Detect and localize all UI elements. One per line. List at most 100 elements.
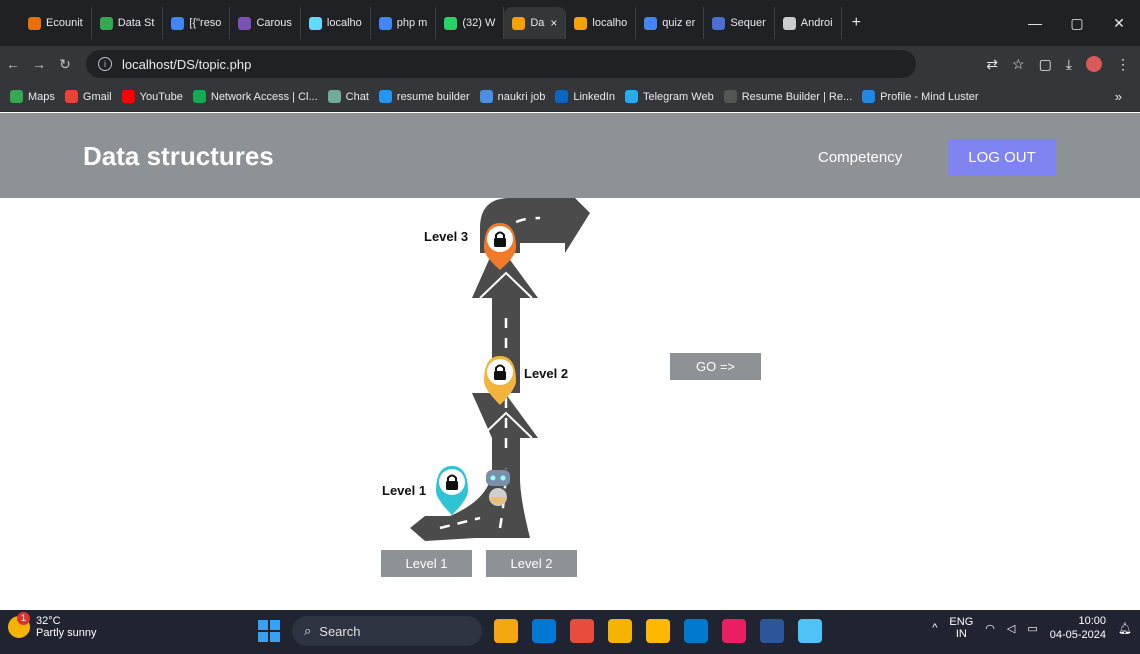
notification-bell-icon[interactable]: 🔔︎ xyxy=(1118,622,1132,635)
browser-tab-bar: Ecounit Data St [{"reso Carous localho php m (… xyxy=(0,0,1140,46)
tab-label: Data St xyxy=(117,17,155,29)
bookmark-item[interactable]: resume builder xyxy=(378,90,470,103)
windows-start-icon[interactable] xyxy=(258,620,280,642)
translate-icon[interactable]: ⇄ xyxy=(986,56,998,73)
browser-tab[interactable]: Data St xyxy=(92,7,164,39)
tab-favicon-icon xyxy=(444,16,458,30)
browser-tab[interactable]: Carous xyxy=(230,7,301,39)
language-indicator[interactable]: ENG IN xyxy=(949,616,973,640)
tab-label: php m xyxy=(396,17,428,29)
bookmark-item[interactable]: Chat xyxy=(327,90,369,103)
level1-button[interactable]: Level 1 xyxy=(381,550,472,577)
volume-icon[interactable]: ◁ xyxy=(1007,622,1015,635)
bookmark-favicon-icon xyxy=(192,90,206,103)
new-tab-button[interactable]: + xyxy=(852,14,861,32)
bookmark-favicon-icon xyxy=(555,90,569,103)
tab-favicon-icon xyxy=(238,16,252,30)
taskbar-app-icon[interactable] xyxy=(608,619,632,643)
go-button[interactable]: GO => xyxy=(670,353,761,380)
bookmark-item[interactable]: Resume Builder | Re... xyxy=(723,90,853,103)
browser-tab[interactable]: (32) W xyxy=(436,7,505,39)
bookmark-favicon-icon xyxy=(862,90,876,103)
bookmark-item[interactable]: Telegram Web xyxy=(624,90,714,103)
tab-favicon-icon xyxy=(512,16,526,30)
browser-tab[interactable]: Da × xyxy=(504,7,567,39)
taskbar-app-icon[interactable] xyxy=(646,619,670,643)
tab-favicon-icon xyxy=(712,16,726,30)
forward-icon[interactable]: → xyxy=(26,56,52,72)
download-icon[interactable]: ⤓ xyxy=(1066,56,1072,73)
browser-tab[interactable]: localho xyxy=(566,7,637,39)
close-window-button[interactable]: ✕ xyxy=(1098,15,1140,32)
level2-label: Level 2 xyxy=(524,366,569,381)
weather-widget[interactable]: 1 32°C Partly sunny xyxy=(8,612,97,639)
tab-label: Carous xyxy=(256,17,292,29)
tab-favicon-icon xyxy=(171,16,185,30)
bookmark-item[interactable]: Profile - Mind Luster xyxy=(862,90,979,103)
browser-tab[interactable]: Androi xyxy=(775,7,842,39)
tab-favicon-icon xyxy=(644,16,658,30)
logout-button[interactable]: LOG OUT xyxy=(948,139,1056,176)
bookmark-label: Resume Builder | Re... xyxy=(741,90,853,103)
minimize-button[interactable]: — xyxy=(1014,15,1056,31)
competency-link[interactable]: Competency xyxy=(818,149,902,166)
profile-avatar[interactable] xyxy=(1086,56,1102,72)
region-code: IN xyxy=(955,628,967,640)
bookmark-item[interactable]: YouTube xyxy=(121,90,183,103)
bookmark-favicon-icon xyxy=(64,90,78,103)
extensions-icon[interactable]: ▢ xyxy=(1039,56,1052,73)
tab-favicon-icon xyxy=(782,16,796,30)
page-title: Data structures xyxy=(83,141,274,171)
bookmark-item[interactable]: Gmail xyxy=(64,90,112,103)
menu-icon[interactable]: ⋮ xyxy=(1116,56,1130,73)
chevron-up-icon[interactable]: ^ xyxy=(932,622,937,634)
taskbar-search-input[interactable]: ⌕ Search xyxy=(292,616,482,646)
taskbar-app-icon[interactable] xyxy=(570,619,594,643)
browser-tab[interactable]: [{"reso xyxy=(163,7,231,39)
bookmark-item[interactable]: naukri job xyxy=(479,90,545,103)
maximize-button[interactable]: ▢ xyxy=(1056,15,1098,32)
clock[interactable]: 10:00 04-05-2024 xyxy=(1050,614,1106,642)
search-icon: ⌕ xyxy=(304,623,312,638)
search-placeholder: Search xyxy=(319,623,361,639)
tab-label: localho xyxy=(326,17,362,29)
url-input[interactable]: i localhost/DS/topic.php xyxy=(86,50,916,78)
bookmarks-more-icon[interactable]: » xyxy=(1115,89,1122,104)
taskbar-app-icon[interactable] xyxy=(684,619,708,643)
tab-label: [{"reso xyxy=(189,17,222,29)
taskbar-app-icon[interactable] xyxy=(760,619,784,643)
taskbar-app-icon[interactable] xyxy=(798,619,822,643)
bookmark-item[interactable]: Network Access | Cl... xyxy=(192,90,318,103)
taskbar-app-icon[interactable] xyxy=(532,619,556,643)
battery-icon[interactable]: ▭ xyxy=(1027,622,1037,635)
bookmark-label: Gmail xyxy=(82,90,112,103)
clock-time: 10:00 xyxy=(1078,615,1107,627)
browser-tab[interactable]: Sequer xyxy=(704,7,775,39)
level2-button[interactable]: Level 2 xyxy=(486,550,577,577)
bookmark-label: Network Access | Cl... xyxy=(210,90,318,103)
bookmark-star-icon[interactable]: ☆ xyxy=(1012,56,1025,73)
taskbar-app-icon[interactable] xyxy=(494,619,518,643)
site-info-icon[interactable]: i xyxy=(98,57,112,71)
bookmark-item[interactable]: LinkedIn xyxy=(555,90,615,103)
tab-favicon-icon xyxy=(574,16,588,30)
reload-icon[interactable]: ↻ xyxy=(52,56,78,73)
browser-tab[interactable]: localho xyxy=(301,7,371,39)
browser-tab[interactable]: php m xyxy=(371,7,437,39)
bookmark-item[interactable]: Maps xyxy=(10,90,55,103)
tab-label: Androi xyxy=(800,17,833,29)
tab-favicon-icon xyxy=(378,16,392,30)
language-code: ENG xyxy=(949,616,974,628)
back-icon[interactable]: ← xyxy=(0,56,26,72)
tab-close-icon[interactable]: × xyxy=(550,16,557,30)
tab-label: Ecounit xyxy=(46,17,83,29)
bookmark-label: Profile - Mind Luster xyxy=(880,90,979,103)
taskbar-app-icon[interactable] xyxy=(722,619,746,643)
wifi-icon[interactable]: ◠ xyxy=(985,622,995,635)
browser-tab[interactable]: quiz er xyxy=(636,7,705,39)
tab-label: Sequer xyxy=(730,17,766,29)
browser-tab[interactable]: Ecounit xyxy=(20,7,92,39)
bookmark-favicon-icon xyxy=(624,90,638,103)
level1-label: Level 1 xyxy=(382,483,427,498)
tab-favicon-icon xyxy=(99,16,113,30)
